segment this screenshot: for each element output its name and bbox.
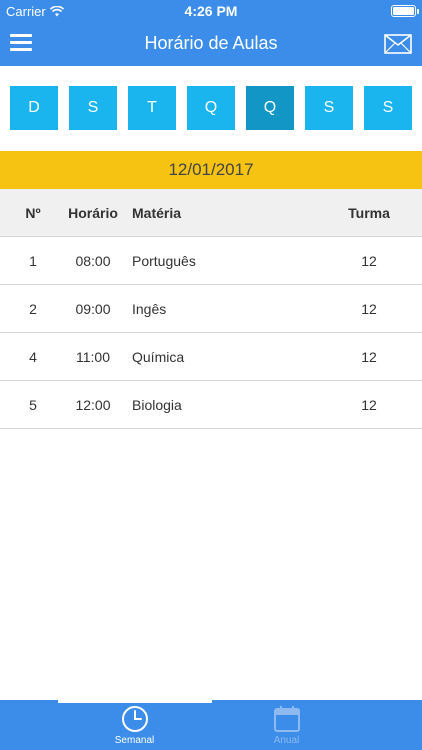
tab-yearly[interactable]: Anual bbox=[181, 703, 392, 750]
battery-icon bbox=[391, 5, 419, 17]
day-button-thursday[interactable]: Q bbox=[246, 86, 294, 130]
calendar-icon bbox=[273, 706, 300, 732]
row-class: 12 bbox=[361, 396, 377, 413]
clock-icon bbox=[121, 706, 148, 732]
header-class: Turma bbox=[348, 204, 390, 221]
table-row[interactable]: 2 09:00 Ingês 12 bbox=[0, 285, 422, 333]
row-subject: Química bbox=[132, 348, 185, 365]
header-subject: Matéria bbox=[132, 204, 182, 221]
row-number: 4 bbox=[29, 348, 37, 365]
row-subject: Ingês bbox=[132, 300, 167, 317]
row-number: 5 bbox=[29, 396, 37, 413]
table-header: Nº Horário Matéria Turma bbox=[0, 189, 422, 237]
day-button-sunday[interactable]: D bbox=[10, 86, 58, 130]
row-class: 12 bbox=[361, 300, 377, 317]
nav-bar: Horário de Aulas bbox=[0, 22, 422, 66]
row-class: 12 bbox=[361, 252, 377, 269]
page-title: Horário de Aulas bbox=[144, 33, 278, 53]
day-selector: D S T Q Q S S bbox=[0, 86, 422, 130]
row-number: 1 bbox=[29, 252, 37, 269]
day-button-tuesday[interactable]: T bbox=[128, 86, 176, 130]
table-row[interactable]: 4 11:00 Química 12 bbox=[0, 333, 422, 381]
row-hour: 09:00 bbox=[75, 300, 111, 317]
tab-weekly-label: Semanal bbox=[114, 735, 155, 746]
row-class: 12 bbox=[361, 348, 377, 365]
tab-bar: Semanal Anual bbox=[0, 700, 422, 750]
header-hour: Horário bbox=[68, 204, 118, 221]
mail-button[interactable] bbox=[384, 34, 412, 54]
day-button-friday[interactable]: S bbox=[305, 86, 353, 130]
envelope-icon bbox=[384, 34, 412, 54]
row-hour: 12:00 bbox=[75, 396, 111, 413]
selected-date: 12/01/2017 bbox=[168, 160, 254, 179]
day-button-wednesday[interactable]: Q bbox=[187, 86, 235, 130]
date-bar: 12/01/2017 bbox=[0, 151, 422, 189]
status-bar: Carrier 4:26 PM bbox=[0, 0, 422, 22]
row-subject: Português bbox=[132, 252, 196, 269]
row-subject: Biologia bbox=[132, 396, 182, 413]
day-button-saturday[interactable]: S bbox=[364, 86, 412, 130]
tab-yearly-label: Anual bbox=[273, 735, 300, 746]
header-number: Nº bbox=[25, 204, 41, 221]
day-button-monday[interactable]: S bbox=[69, 86, 117, 130]
row-hour: 11:00 bbox=[76, 348, 110, 365]
table-row[interactable]: 1 08:00 Português 12 bbox=[0, 237, 422, 285]
row-number: 2 bbox=[29, 300, 37, 317]
status-time: 4:26 PM bbox=[184, 3, 238, 19]
table-row[interactable]: 5 12:00 Biologia 12 bbox=[0, 381, 422, 429]
row-hour: 08:00 bbox=[75, 252, 111, 269]
